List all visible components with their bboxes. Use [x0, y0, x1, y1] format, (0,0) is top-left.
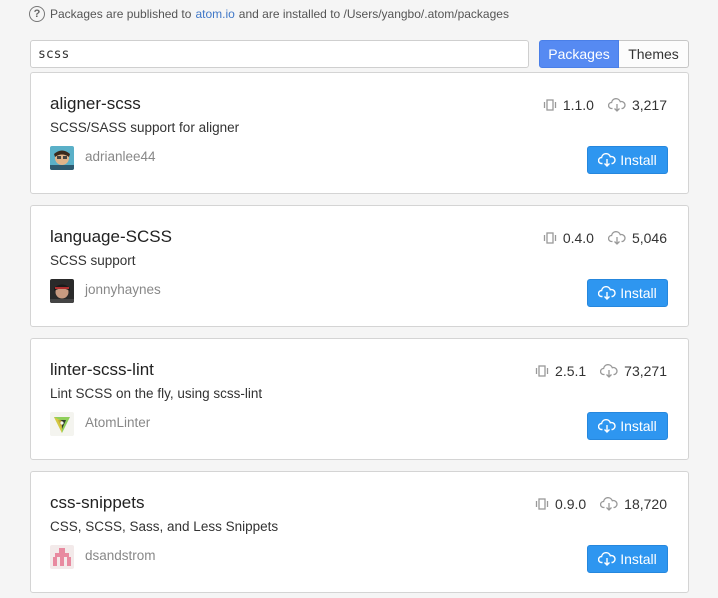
packages-button[interactable]: Packages — [539, 40, 619, 68]
package-stats: 0.9.0 18,720 — [535, 496, 667, 512]
package-version: 0.9.0 — [555, 496, 587, 512]
package-card: aligner-scss SCSS/SASS support for align… — [30, 72, 689, 194]
cloud-download-icon — [598, 286, 616, 300]
avatar[interactable] — [50, 412, 74, 436]
package-downloads: 5,046 — [631, 230, 667, 246]
package-version: 1.1.0 — [562, 97, 594, 113]
package-downloads: 18,720 — [624, 496, 667, 512]
package-name[interactable]: linter-scss-lint — [50, 360, 154, 380]
install-label: Install — [620, 152, 657, 168]
author-name[interactable]: adrianlee44 — [85, 149, 156, 164]
author-name[interactable]: dsandstrom — [85, 548, 156, 563]
themes-button[interactable]: Themes — [619, 40, 689, 68]
install-label: Install — [620, 551, 657, 567]
package-stats: 0.4.0 5,046 — [543, 230, 667, 246]
package-card: linter-scss-lint Lint SCSS on the fly, u… — [30, 338, 689, 460]
package-description: SCSS/SASS support for aligner — [50, 120, 240, 135]
search-input[interactable] — [30, 40, 529, 68]
help-icon[interactable]: ? — [29, 6, 45, 22]
avatar[interactable] — [50, 146, 74, 170]
package-stats: 1.1.0 3,217 — [543, 97, 667, 113]
package-card: language-SCSS SCSS support 0.4.0 5,046 j… — [30, 205, 689, 327]
info-prefix: Packages are published to — [50, 7, 192, 21]
cloud-download-icon — [598, 419, 616, 433]
package-downloads: 3,217 — [631, 97, 667, 113]
atom-io-link[interactable]: atom.io — [195, 7, 234, 21]
package-name[interactable]: css-snippets — [50, 493, 144, 513]
cloud-download-icon — [600, 364, 618, 378]
versions-icon — [543, 232, 557, 244]
package-name[interactable]: aligner-scss — [50, 94, 141, 114]
avatar[interactable] — [50, 279, 74, 303]
author-name[interactable]: AtomLinter — [85, 415, 150, 430]
versions-icon — [535, 498, 549, 510]
package-stats: 2.5.1 73,271 — [535, 363, 667, 379]
package-card: css-snippets CSS, SCSS, Sass, and Less S… — [30, 471, 689, 593]
versions-icon — [535, 365, 549, 377]
cloud-download-icon — [598, 552, 616, 566]
package-description: Lint SCSS on the fly, using scss-lint — [50, 386, 263, 401]
package-type-toggle: Packages Themes — [539, 40, 689, 68]
author-name[interactable]: jonnyhaynes — [85, 282, 161, 297]
cloud-download-icon — [598, 153, 616, 167]
install-button[interactable]: Install — [587, 146, 668, 174]
install-label: Install — [620, 285, 657, 301]
install-button[interactable]: Install — [587, 412, 668, 440]
avatar[interactable] — [50, 545, 74, 569]
install-label: Install — [620, 418, 657, 434]
cloud-download-icon — [607, 231, 626, 245]
info-suffix: and are installed to /Users/yangbo/.atom… — [238, 7, 509, 21]
install-info: ? Packages are published to atom.io and … — [29, 5, 509, 23]
install-button[interactable]: Install — [587, 545, 668, 573]
package-downloads: 73,271 — [624, 363, 667, 379]
package-version: 2.5.1 — [555, 363, 587, 379]
install-button[interactable]: Install — [587, 279, 668, 307]
package-name[interactable]: language-SCSS — [50, 227, 172, 247]
package-version: 0.4.0 — [562, 230, 594, 246]
package-description: CSS, SCSS, Sass, and Less Snippets — [50, 519, 279, 534]
cloud-download-icon — [600, 497, 618, 511]
versions-icon — [543, 99, 557, 111]
cloud-download-icon — [607, 98, 626, 112]
package-description: SCSS support — [50, 253, 136, 268]
